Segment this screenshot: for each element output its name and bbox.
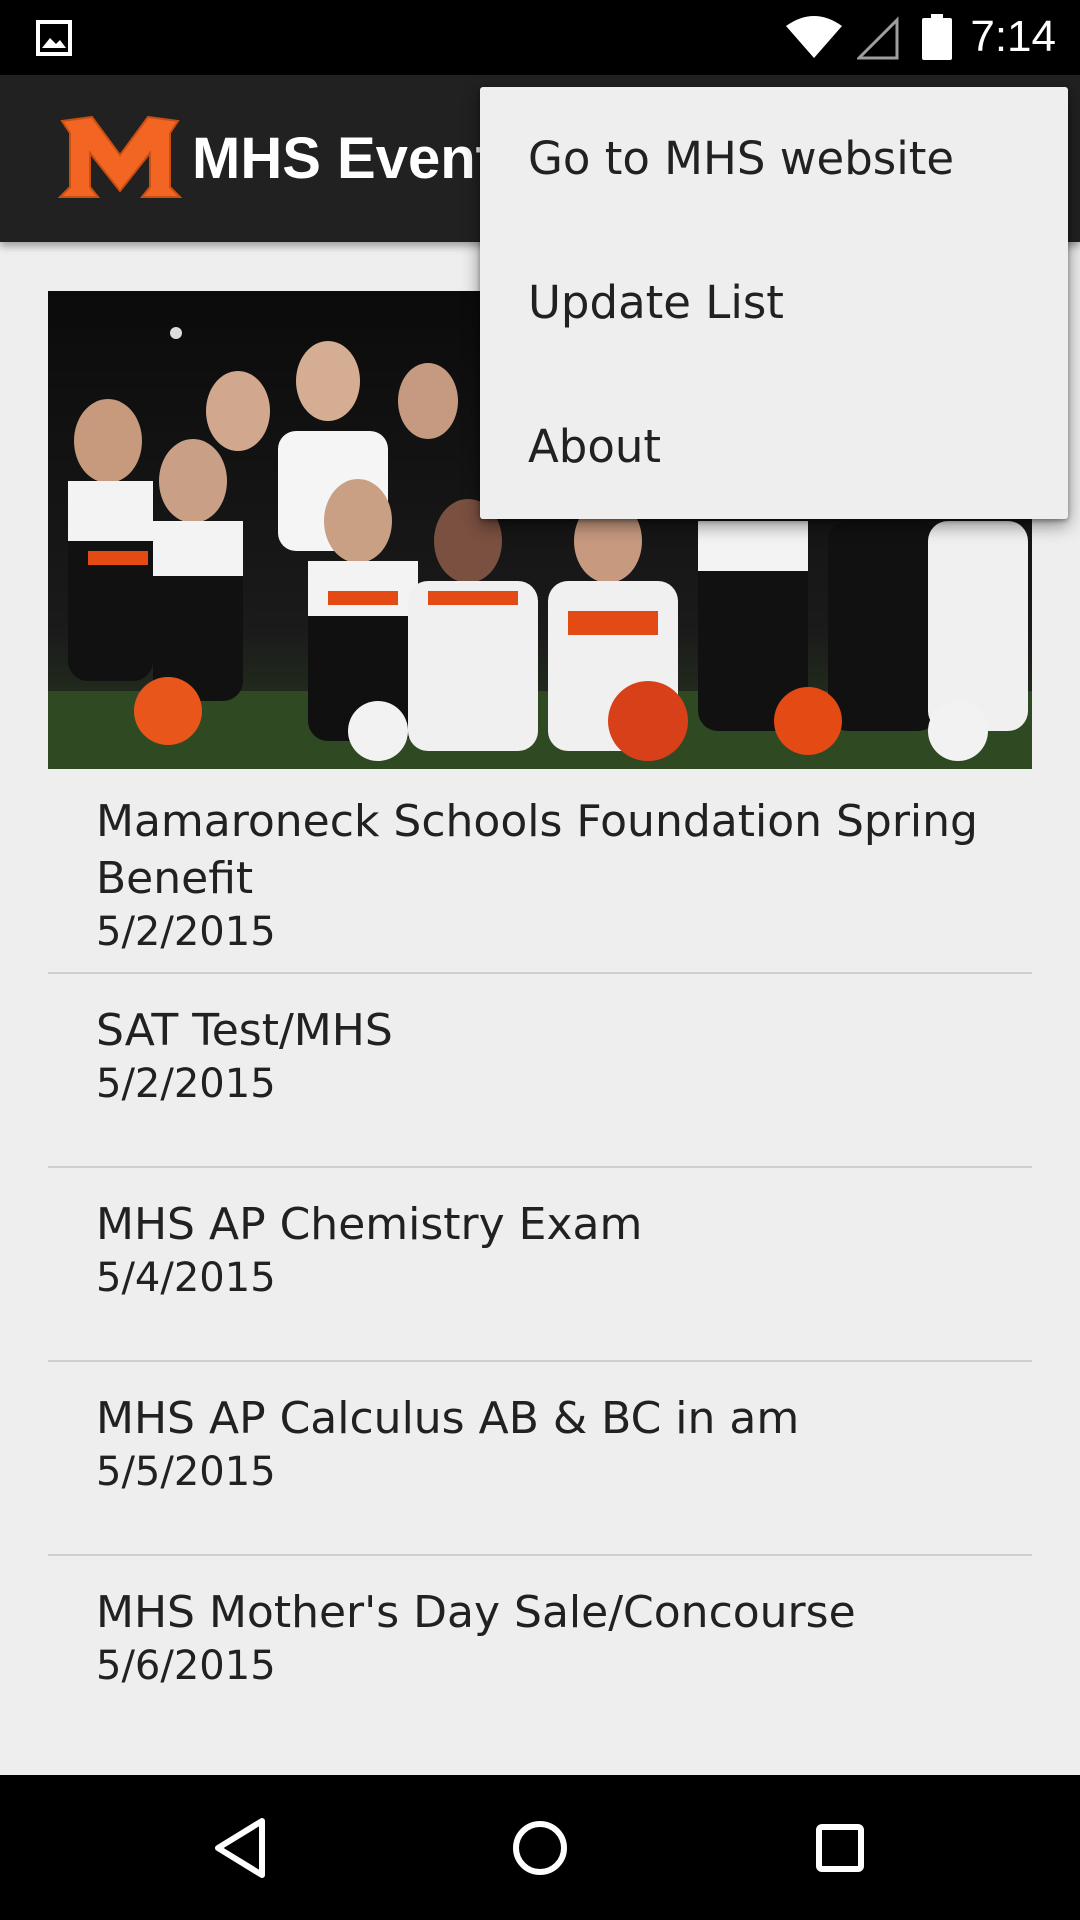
event-title: MHS Mother's Day Sale/Concourse — [96, 1587, 856, 1638]
event-date: 5/4/2015 — [96, 1255, 276, 1301]
wifi-icon — [786, 16, 842, 58]
event-title: MHS AP Calculus AB & BC in am — [96, 1393, 800, 1444]
event-date: 5/6/2015 — [96, 1643, 276, 1689]
status-clock: 7:14 — [970, 12, 1056, 61]
battery-icon — [922, 14, 952, 60]
cell-signal-icon — [857, 16, 899, 60]
home-icon[interactable] — [505, 1813, 575, 1883]
event-date: 5/2/2015 — [96, 1061, 276, 1107]
event-title: Mamaroneck Schools Foundation Spring Ben… — [96, 796, 978, 904]
event-list-item[interactable]: MHS Mother's Day Sale/Concourse 5/6/2015 — [48, 1556, 1032, 1750]
event-list-item[interactable]: MHS AP Calculus AB & BC in am 5/5/2015 — [48, 1362, 1032, 1556]
event-date: 5/5/2015 — [96, 1449, 276, 1495]
event-list: Mamaroneck Schools Foundation Spring Ben… — [48, 769, 1032, 1750]
recents-icon[interactable] — [805, 1813, 875, 1883]
event-title: MHS AP Chemistry Exam — [96, 1199, 643, 1250]
menu-item-about[interactable]: About — [480, 375, 1068, 519]
overflow-menu: Go to MHS website Update List About — [480, 87, 1068, 519]
menu-item-update-list[interactable]: Update List — [480, 231, 1068, 375]
event-title: SAT Test/MHS — [96, 1005, 393, 1056]
back-icon[interactable] — [206, 1813, 276, 1883]
navigation-bar — [0, 1775, 1080, 1920]
event-list-item[interactable]: Mamaroneck Schools Foundation Spring Ben… — [48, 769, 1032, 974]
event-list-item[interactable]: MHS AP Chemistry Exam 5/4/2015 — [48, 1168, 1032, 1362]
mhs-m-logo-icon — [58, 115, 182, 198]
app-title: MHS Events — [192, 126, 528, 191]
event-date: 5/2/2015 — [96, 909, 276, 955]
status-bar: 7:14 — [0, 0, 1080, 75]
menu-item-go-to-website[interactable]: Go to MHS website — [480, 87, 1068, 231]
image-notification-icon — [36, 20, 72, 56]
event-list-item[interactable]: SAT Test/MHS 5/2/2015 — [48, 974, 1032, 1168]
